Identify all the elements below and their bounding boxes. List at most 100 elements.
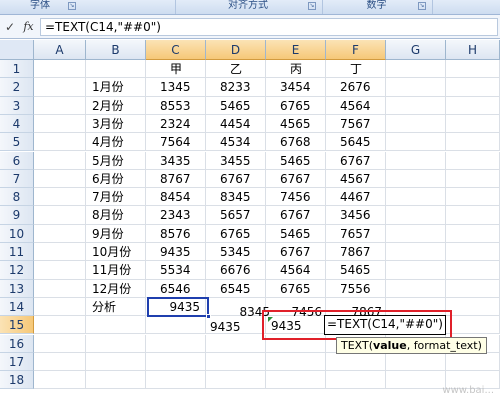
- row-header-16[interactable]: 16: [0, 334, 34, 353]
- grid-cell[interactable]: [446, 96, 500, 115]
- row-header-18[interactable]: 18: [0, 371, 34, 390]
- grid-cell[interactable]: [146, 352, 206, 372]
- grid-cell[interactable]: [386, 371, 446, 390]
- formula-input[interactable]: =TEXT(C14,"##0"): [40, 18, 498, 36]
- grid-cell[interactable]: [386, 352, 446, 372]
- row-header-4[interactable]: 4: [0, 114, 34, 134]
- row-header-17[interactable]: 17: [0, 352, 34, 372]
- grid-cell[interactable]: [386, 60, 446, 79]
- grid-cell[interactable]: [326, 352, 386, 372]
- column-header-b[interactable]: B: [86, 40, 146, 60]
- grid-cell[interactable]: [34, 224, 86, 243]
- row-header-10[interactable]: 10: [0, 224, 34, 243]
- grid-cell[interactable]: [34, 316, 86, 335]
- grid-cell[interactable]: [386, 206, 446, 225]
- grid-cell[interactable]: [86, 334, 146, 353]
- column-header-h[interactable]: H: [446, 40, 500, 60]
- row-header-8[interactable]: 8: [0, 188, 34, 207]
- grid-cell[interactable]: [34, 206, 86, 225]
- grid-cell[interactable]: [206, 334, 266, 353]
- grid-cell[interactable]: [386, 133, 446, 152]
- grid-cell[interactable]: [446, 316, 500, 335]
- grid-cell[interactable]: [86, 60, 146, 79]
- grid-cell[interactable]: [446, 78, 500, 97]
- column-header-g[interactable]: G: [386, 40, 446, 60]
- row-header-1[interactable]: 1: [0, 60, 34, 79]
- grid-cell[interactable]: [446, 206, 500, 225]
- select-all-corner[interactable]: [0, 40, 34, 60]
- grid-cell[interactable]: [34, 133, 86, 152]
- grid-cell[interactable]: [386, 78, 446, 97]
- column-header-c[interactable]: C: [146, 40, 206, 60]
- grid-cell[interactable]: [326, 371, 386, 390]
- grid-cell[interactable]: [446, 297, 500, 317]
- grid-cell[interactable]: [446, 261, 500, 280]
- active-cell-selection[interactable]: [147, 296, 211, 320]
- grid-cell[interactable]: [446, 151, 500, 170]
- grid-cell[interactable]: [146, 334, 206, 353]
- row-header-3[interactable]: 3: [0, 96, 34, 115]
- grid-cell[interactable]: [206, 371, 266, 390]
- grid-cell[interactable]: [386, 279, 446, 298]
- enter-check-icon[interactable]: ✓: [3, 19, 17, 35]
- column-header-a[interactable]: A: [34, 40, 86, 60]
- grid-cell[interactable]: [34, 243, 86, 262]
- fill-handle[interactable]: [206, 314, 211, 320]
- grid-cell[interactable]: [86, 352, 146, 372]
- row-header-13[interactable]: 13: [0, 279, 34, 298]
- grid-cell[interactable]: [86, 316, 146, 335]
- grid-cell[interactable]: [86, 371, 146, 390]
- grid-cell[interactable]: [34, 371, 86, 390]
- grid-cell[interactable]: [386, 169, 446, 189]
- grid-cell[interactable]: [146, 371, 206, 390]
- column-header-f[interactable]: F: [326, 40, 386, 60]
- grid-cell[interactable]: [446, 60, 500, 79]
- column-header-d[interactable]: D: [206, 40, 266, 60]
- grid-cell[interactable]: [34, 114, 86, 134]
- insert-function-icon[interactable]: fx: [20, 19, 37, 35]
- grid-cell[interactable]: [386, 151, 446, 170]
- grid-cell[interactable]: [34, 279, 86, 298]
- grid-cell[interactable]: [206, 352, 266, 372]
- row-header-11[interactable]: 11: [0, 243, 34, 262]
- grid-cell[interactable]: [266, 371, 326, 390]
- ribbon-group-font[interactable]: 字体 ↘: [0, 0, 80, 14]
- row-header-6[interactable]: 6: [0, 151, 34, 170]
- grid-cell[interactable]: [266, 352, 326, 372]
- row-header-9[interactable]: 9: [0, 206, 34, 225]
- grid-cell[interactable]: [446, 114, 500, 134]
- grid-cell[interactable]: [34, 96, 86, 115]
- grid-cell[interactable]: [446, 243, 500, 262]
- grid-cell[interactable]: [446, 188, 500, 207]
- grid-cell[interactable]: [34, 352, 86, 372]
- dialog-launcher-icon[interactable]: ↘: [68, 2, 76, 10]
- grid-cell[interactable]: [386, 114, 446, 134]
- dialog-launcher-icon[interactable]: ↘: [308, 2, 316, 10]
- row-header-14[interactable]: 14: [0, 297, 34, 317]
- grid-cell[interactable]: [446, 352, 500, 372]
- grid-cell[interactable]: [34, 78, 86, 97]
- row-header-15[interactable]: 15: [0, 316, 34, 335]
- grid-cell[interactable]: [34, 151, 86, 170]
- grid-cell[interactable]: [386, 261, 446, 280]
- dialog-launcher-icon[interactable]: ↘: [418, 2, 426, 10]
- row-header-12[interactable]: 12: [0, 261, 34, 280]
- grid-cell[interactable]: [146, 316, 206, 335]
- grid-cell[interactable]: [446, 169, 500, 189]
- grid-cell[interactable]: [34, 297, 86, 317]
- grid-cell[interactable]: [446, 133, 500, 152]
- grid-cell[interactable]: [34, 188, 86, 207]
- grid-cell[interactable]: [34, 334, 86, 353]
- grid-cell[interactable]: [386, 243, 446, 262]
- grid-cell[interactable]: [34, 169, 86, 189]
- ribbon-group-alignment[interactable]: 对齐方式 ↘: [175, 0, 320, 14]
- grid-cell[interactable]: [34, 261, 86, 280]
- row-header-2[interactable]: 2: [0, 78, 34, 97]
- column-header-e[interactable]: E: [266, 40, 326, 60]
- row-header-5[interactable]: 5: [0, 133, 34, 152]
- grid-cell[interactable]: [386, 224, 446, 243]
- grid-cell[interactable]: [446, 224, 500, 243]
- grid-cell[interactable]: [446, 279, 500, 298]
- ribbon-group-number[interactable]: 数字 ↘: [322, 0, 430, 14]
- grid-cell[interactable]: [386, 188, 446, 207]
